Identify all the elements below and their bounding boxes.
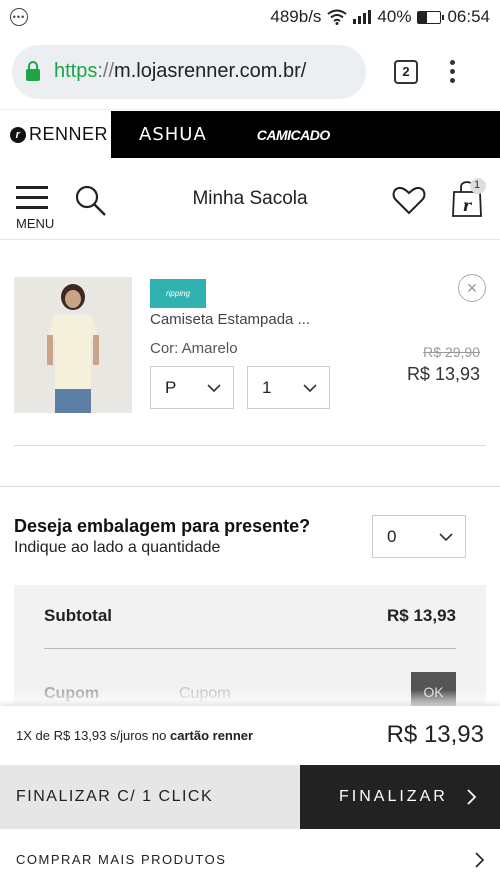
svg-text:r: r — [463, 196, 473, 215]
site-header: MENU Minha Sacola r 1 — [0, 158, 500, 240]
gift-quantity-select[interactable]: 0 — [372, 515, 466, 558]
bag-count-badge: 1 — [474, 179, 481, 191]
battery-icon — [417, 10, 445, 24]
clock: 06:54 — [447, 7, 490, 26]
continue-shopping-link[interactable]: COMPRAR MAIS PRODUTOS — [0, 829, 500, 889]
brand-renner-link[interactable]: r RENNER — [0, 111, 111, 158]
menu-button[interactable] — [16, 186, 52, 216]
continue-shopping-label: COMPRAR MAIS PRODUTOS — [16, 851, 227, 867]
quantity-value: 1 — [262, 377, 272, 397]
product-name[interactable]: Camiseta Estampada ... — [150, 311, 310, 328]
chevron-down-icon — [303, 384, 317, 393]
installment-prefix: 1X de — [16, 728, 50, 743]
heart-icon[interactable] — [392, 186, 426, 216]
divider — [44, 648, 456, 649]
chevron-down-icon — [439, 533, 453, 542]
url-separator: :// — [97, 60, 115, 82]
hamburger-icon — [16, 186, 52, 209]
shopping-bag-icon: r — [452, 178, 486, 217]
wifi-icon — [327, 9, 348, 25]
finalize-button[interactable]: FINALIZAR — [300, 765, 500, 829]
section-divider — [0, 486, 500, 487]
total-price: R$ 13,93 — [386, 721, 484, 748]
divider — [14, 445, 486, 446]
status-bar: ••• 489b/s 40% 06:54 — [0, 0, 500, 34]
checkout-panel: 1X de R$ 13,93 s/juros no cartão renner … — [0, 706, 500, 889]
browser-toolbar: https://m.lojasrenner.com.br/ 2 — [0, 34, 500, 110]
quantity-select[interactable]: 1 — [247, 366, 330, 409]
brand-camicado-link[interactable]: CAMICADO — [257, 127, 331, 143]
search-icon[interactable] — [74, 184, 108, 218]
installment-suffix: s/juros no — [110, 728, 167, 743]
tab-switcher-button[interactable]: 2 — [394, 59, 418, 84]
finalize-one-click-button[interactable]: FINALIZAR C/ 1 CLICK — [0, 765, 300, 829]
finalize-one-click-label: FINALIZAR C/ 1 CLICK — [16, 788, 214, 805]
brand-bar: r RENNER ASHUA CAMICADO — [0, 111, 500, 158]
product-brand-logo: ripping — [150, 279, 206, 308]
finalize-label: FINALIZAR — [339, 788, 448, 805]
size-value: P — [165, 377, 177, 397]
url-scheme: https — [54, 60, 98, 82]
sale-price: R$ 13,93 — [406, 364, 480, 384]
signal-icon — [353, 10, 372, 24]
product-image[interactable] — [14, 277, 132, 413]
installment-card: cartão renner — [170, 728, 254, 743]
shopping-bag-button[interactable]: r 1 — [448, 178, 486, 218]
gift-quantity-value: 0 — [387, 526, 397, 546]
brand-ashua-link[interactable]: ASHUA — [139, 124, 207, 145]
subtotal-value: R$ 13,93 — [387, 606, 456, 625]
installment-value: R$ 13,93 — [53, 728, 107, 743]
menu-label: MENU — [16, 216, 55, 231]
cart-item: ripping Camiseta Estampada ... Cor: Amar… — [0, 240, 500, 446]
close-icon: × — [466, 278, 478, 298]
more-notifications-icon: ••• — [10, 8, 28, 26]
renner-logo-icon: r — [10, 126, 26, 143]
chevron-right-icon — [467, 789, 476, 805]
url-host: m.lojasrenner.com.br/ — [114, 60, 307, 82]
subtotal-label: Subtotal — [44, 606, 112, 625]
battery-percent: 40% — [377, 7, 412, 26]
gift-wrap-section: Deseja embalagem para presente? Indique … — [14, 515, 486, 558]
browser-menu-icon[interactable] — [450, 60, 455, 83]
chevron-right-icon — [475, 852, 484, 868]
brand-renner-label: RENNER — [29, 124, 109, 144]
installment-info: 1X de R$ 13,93 s/juros no cartão renner — [16, 728, 253, 743]
net-speed: 489b/s — [270, 7, 322, 26]
remove-item-button[interactable]: × — [458, 274, 486, 302]
size-select[interactable]: P — [150, 366, 234, 409]
original-price: R$ 29,90 — [423, 344, 480, 360]
lock-icon — [26, 60, 40, 81]
product-color: Cor: Amarelo — [150, 340, 238, 357]
chevron-down-icon — [207, 384, 221, 393]
address-bar[interactable]: https://m.lojasrenner.com.br/ — [12, 44, 366, 99]
